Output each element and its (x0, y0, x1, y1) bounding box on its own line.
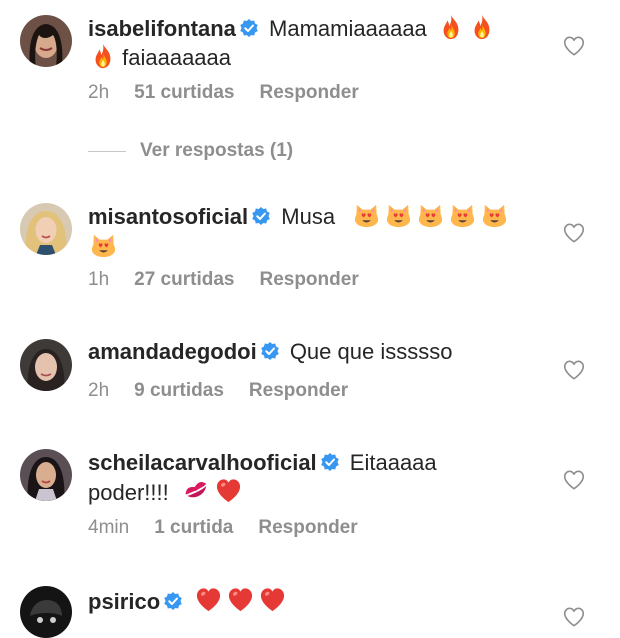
comment-time: 2h (88, 82, 110, 103)
likes-count[interactable]: 51 curtidas (134, 82, 234, 103)
verified-badge-icon (251, 206, 271, 226)
red-heart-emoji-icon (259, 586, 286, 613)
username[interactable]: amandadegodoi (88, 339, 257, 364)
heart-eyes-cat-emoji-icon (481, 201, 508, 228)
avatar[interactable] (20, 449, 72, 501)
red-heart-emoji-icon (227, 586, 254, 613)
heart-eyes-cat-emoji-icon (449, 201, 476, 228)
likes-count[interactable]: 9 curtidas (134, 380, 224, 401)
comment-meta: 2h 9 curtidas Responder (88, 380, 373, 402)
fire-emoji-icon (90, 43, 116, 69)
kiss-mark-emoji-icon (183, 477, 210, 504)
heart-eyes-cat-emoji-icon (353, 201, 380, 228)
avatar[interactable] (20, 15, 72, 67)
comment-text: Mamamiaaaaaa (269, 16, 427, 41)
reply-button[interactable]: Responder (259, 269, 358, 290)
comment-text: Musa (281, 204, 336, 229)
comment-text: Eitaaaaa (349, 450, 437, 475)
view-replies-label: Ver respostas (1) (140, 140, 294, 161)
heart-eyes-cat-emoji-icon (90, 231, 117, 258)
comment-meta: 1h 27 curtidas Responder (88, 269, 384, 291)
avatar[interactable] (20, 339, 72, 391)
verified-badge-icon (260, 341, 280, 361)
like-heart-icon[interactable] (563, 360, 585, 380)
comment-body: misantosoficial Musa (88, 201, 538, 261)
like-heart-icon[interactable] (563, 607, 585, 627)
comment-meta: 2h 51 curtidas Responder (88, 82, 384, 104)
avatar[interactable] (20, 586, 72, 638)
view-replies-button[interactable]: Ver respostas (1) (88, 140, 293, 162)
fire-emoji-icon (438, 14, 464, 40)
username[interactable]: isabelifontana (88, 16, 236, 41)
heart-eyes-cat-emoji-icon (385, 201, 412, 228)
comment-time: 1h (88, 269, 110, 290)
comment-text-continued: poder!!!! (88, 480, 169, 505)
like-heart-icon[interactable] (563, 36, 585, 56)
username[interactable]: psirico (88, 589, 160, 614)
verified-badge-icon (239, 18, 259, 38)
comment-time: 2h (88, 380, 110, 401)
like-heart-icon[interactable] (563, 223, 585, 243)
red-heart-emoji-icon (195, 586, 222, 613)
comment-time: 4min (88, 517, 130, 538)
avatar[interactable] (20, 203, 72, 255)
comment-text-continued: faiaaaaaaa (122, 45, 232, 70)
reply-button[interactable]: Responder (258, 517, 357, 538)
like-heart-icon[interactable] (563, 470, 585, 490)
username[interactable]: scheilacarvalhooficial (88, 450, 317, 475)
username[interactable]: misantosoficial (88, 204, 248, 229)
comment-body: amandadegodoi Que que issssso (88, 338, 538, 366)
verified-badge-icon (320, 452, 340, 472)
likes-count[interactable]: 1 curtida (154, 517, 233, 538)
reply-button[interactable]: Responder (259, 82, 358, 103)
fire-emoji-icon (469, 14, 495, 40)
comment-body: isabelifontana Mamamiaaaaaa faiaaaaaaa (88, 14, 538, 72)
comment-body: scheilacarvalhooficial Eitaaaaa poder!!!… (88, 449, 538, 507)
divider-line (88, 150, 126, 152)
likes-count[interactable]: 27 curtidas (134, 269, 234, 290)
reply-button[interactable]: Responder (249, 380, 348, 401)
comment-text: Que que issssso (289, 339, 453, 364)
verified-badge-icon (163, 591, 183, 611)
comment-body: psirico (88, 586, 538, 616)
heart-eyes-cat-emoji-icon (417, 201, 444, 228)
red-heart-emoji-icon (215, 477, 242, 504)
comment-meta: 4min 1 curtida Responder (88, 517, 383, 539)
